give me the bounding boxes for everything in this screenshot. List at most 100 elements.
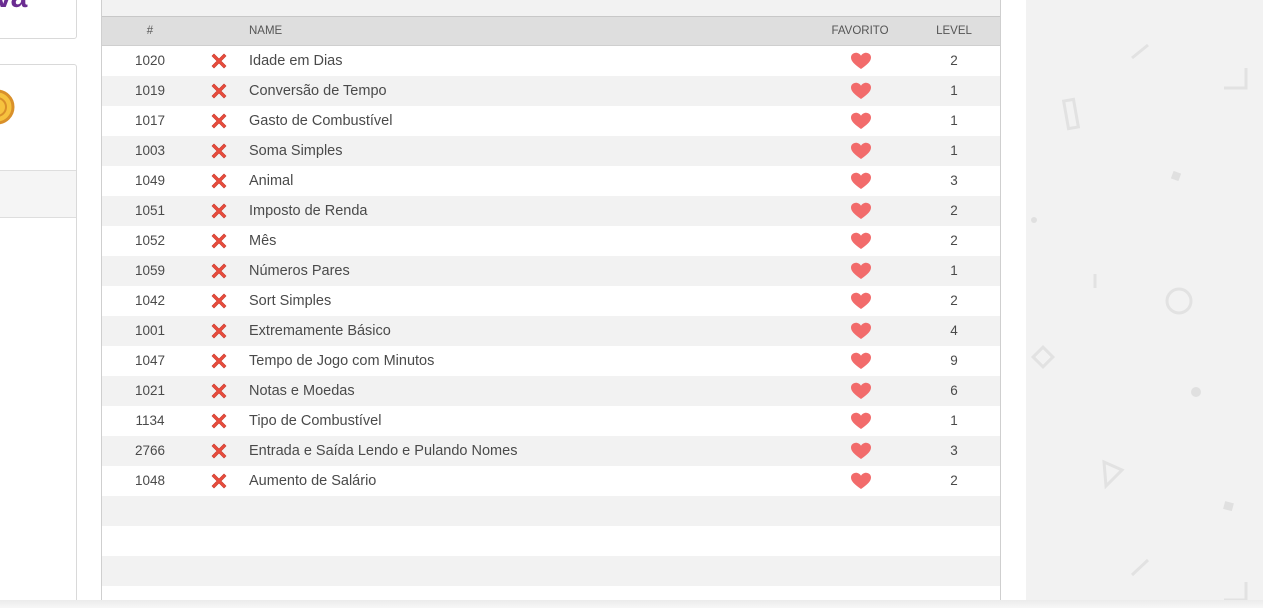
remove-x-icon[interactable] (209, 381, 229, 401)
heart-icon[interactable] (850, 232, 872, 250)
table-row[interactable]: 1021 Notas e Moedas 6 (102, 376, 1000, 406)
problem-name-link[interactable]: Extremamente Básico (249, 323, 391, 339)
problem-name-link[interactable]: Idade em Dias (249, 53, 343, 69)
problem-name-link[interactable]: Tempo de Jogo com Minutos (249, 353, 434, 369)
problem-name-link[interactable]: Soma Simples (249, 143, 342, 159)
heart-icon[interactable] (850, 52, 872, 70)
sidebar-menu-band[interactable] (0, 170, 76, 218)
table-row[interactable]: 1001 Extremamente Básico 4 (102, 316, 1000, 346)
table-row[interactable]: 1042 Sort Simples 2 (102, 286, 1000, 316)
sidebar-profile-card (0, 64, 77, 608)
remove-x-icon[interactable] (209, 141, 229, 161)
heart-icon[interactable] (850, 172, 872, 190)
table-header: # NAME FAVORITO LEVEL (102, 16, 1000, 46)
problem-name-link[interactable]: Animal (249, 173, 293, 189)
problem-level: 1 (950, 83, 958, 98)
problem-id: 2766 (134, 443, 166, 458)
heart-icon[interactable] (850, 412, 872, 430)
heart-icon[interactable] (850, 142, 872, 160)
remove-x-icon[interactable] (209, 51, 229, 71)
brand-logo[interactable]: va (0, 0, 27, 15)
problem-level: 9 (950, 353, 958, 368)
problem-level: 1 (950, 413, 958, 428)
column-header-favorite[interactable]: FAVORITO (820, 25, 900, 37)
column-header-number[interactable]: # (102, 25, 198, 37)
heart-icon[interactable] (850, 292, 872, 310)
problem-name-link[interactable]: Sort Simples (249, 293, 331, 309)
remove-x-icon[interactable] (209, 111, 229, 131)
problem-id: 1051 (134, 203, 166, 218)
bg-rect-shape (1061, 97, 1081, 131)
problems-table-body: 1020 Idade em Dias 2 1019 Conversão de T… (102, 46, 1000, 608)
bg-triangle-shape (1102, 459, 1125, 490)
table-row[interactable]: 1017 Gasto de Combustível 1 (102, 106, 1000, 136)
bg-dot-shape-2 (1191, 387, 1201, 397)
heart-icon[interactable] (850, 82, 872, 100)
problem-name-link[interactable]: Notas e Moedas (249, 383, 355, 399)
heart-icon[interactable] (850, 322, 872, 340)
heart-icon[interactable] (850, 472, 872, 490)
table-row[interactable]: 1048 Aumento de Salário 2 (102, 466, 1000, 496)
heart-icon[interactable] (850, 382, 872, 400)
problem-level: 3 (950, 443, 958, 458)
problem-name-link[interactable]: Aumento de Salário (249, 473, 376, 489)
remove-x-icon[interactable] (209, 411, 229, 431)
problem-name-link[interactable]: Conversão de Tempo (249, 83, 387, 99)
table-row[interactable]: 1052 Mês 2 (102, 226, 1000, 256)
column-header-level[interactable]: LEVEL (914, 25, 994, 37)
heart-icon[interactable] (850, 262, 872, 280)
problem-name-link[interactable]: Tipo de Combustível (249, 413, 381, 429)
table-row[interactable]: 1047 Tempo de Jogo com Minutos 9 (102, 346, 1000, 376)
problem-id: 1019 (134, 83, 166, 98)
problem-name-link[interactable]: Números Pares (249, 263, 350, 279)
table-row[interactable]: 1020 Idade em Dias 2 (102, 46, 1000, 76)
table-row[interactable]: 1003 Soma Simples 1 (102, 136, 1000, 166)
heart-icon[interactable] (850, 442, 872, 460)
table-row[interactable]: 1049 Animal 3 (102, 166, 1000, 196)
empty-table-row (102, 496, 1000, 526)
problem-level: 3 (950, 173, 958, 188)
page-bottom-edge (0, 600, 1263, 608)
table-row[interactable]: 1019 Conversão de Tempo 1 (102, 76, 1000, 106)
problem-id: 1134 (135, 413, 165, 428)
problem-id: 1049 (134, 173, 166, 188)
problem-level: 1 (950, 143, 958, 158)
problem-name-link[interactable]: Mês (249, 233, 276, 249)
table-row[interactable]: 1134 Tipo de Combustível 1 (102, 406, 1000, 436)
remove-x-icon[interactable] (209, 261, 229, 281)
badge-icon (0, 89, 15, 125)
remove-x-icon[interactable] (209, 441, 229, 461)
bg-square-shape (1170, 170, 1182, 182)
heart-icon[interactable] (850, 202, 872, 220)
table-row[interactable]: 1051 Imposto de Renda 2 (102, 196, 1000, 226)
remove-x-icon[interactable] (209, 471, 229, 491)
bg-corner-shape (1224, 68, 1248, 90)
remove-x-icon[interactable] (209, 351, 229, 371)
remove-x-icon[interactable] (209, 291, 229, 311)
heart-icon[interactable] (850, 112, 872, 130)
problem-name-link[interactable]: Imposto de Renda (249, 203, 368, 219)
empty-table-row (102, 526, 1000, 556)
problem-level: 2 (950, 233, 958, 248)
bg-corner-shape-2 (1224, 582, 1248, 602)
bg-line-shape (1131, 43, 1149, 60)
problem-level: 4 (950, 323, 958, 338)
problem-id: 1052 (134, 233, 166, 248)
remove-x-icon[interactable] (209, 201, 229, 221)
table-row[interactable]: 2766 Entrada e Saída Lendo e Pulando Nom… (102, 436, 1000, 466)
problem-name-link[interactable]: Entrada e Saída Lendo e Pulando Nomes (249, 443, 517, 459)
bg-diamond-shape (1030, 344, 1056, 370)
problem-name-link[interactable]: Gasto de Combustível (249, 113, 392, 129)
remove-x-icon[interactable] (209, 231, 229, 251)
problem-id: 1042 (134, 293, 166, 308)
remove-x-icon[interactable] (209, 171, 229, 191)
background-shapes (1030, 43, 1248, 602)
problem-level: 1 (950, 263, 958, 278)
remove-x-icon[interactable] (209, 81, 229, 101)
remove-x-icon[interactable] (209, 321, 229, 341)
bg-circle-shape (1165, 287, 1193, 315)
table-row[interactable]: 1059 Números Pares 1 (102, 256, 1000, 286)
bg-dot-shape (1031, 217, 1037, 223)
column-header-name[interactable]: NAME (249, 25, 282, 37)
heart-icon[interactable] (850, 352, 872, 370)
